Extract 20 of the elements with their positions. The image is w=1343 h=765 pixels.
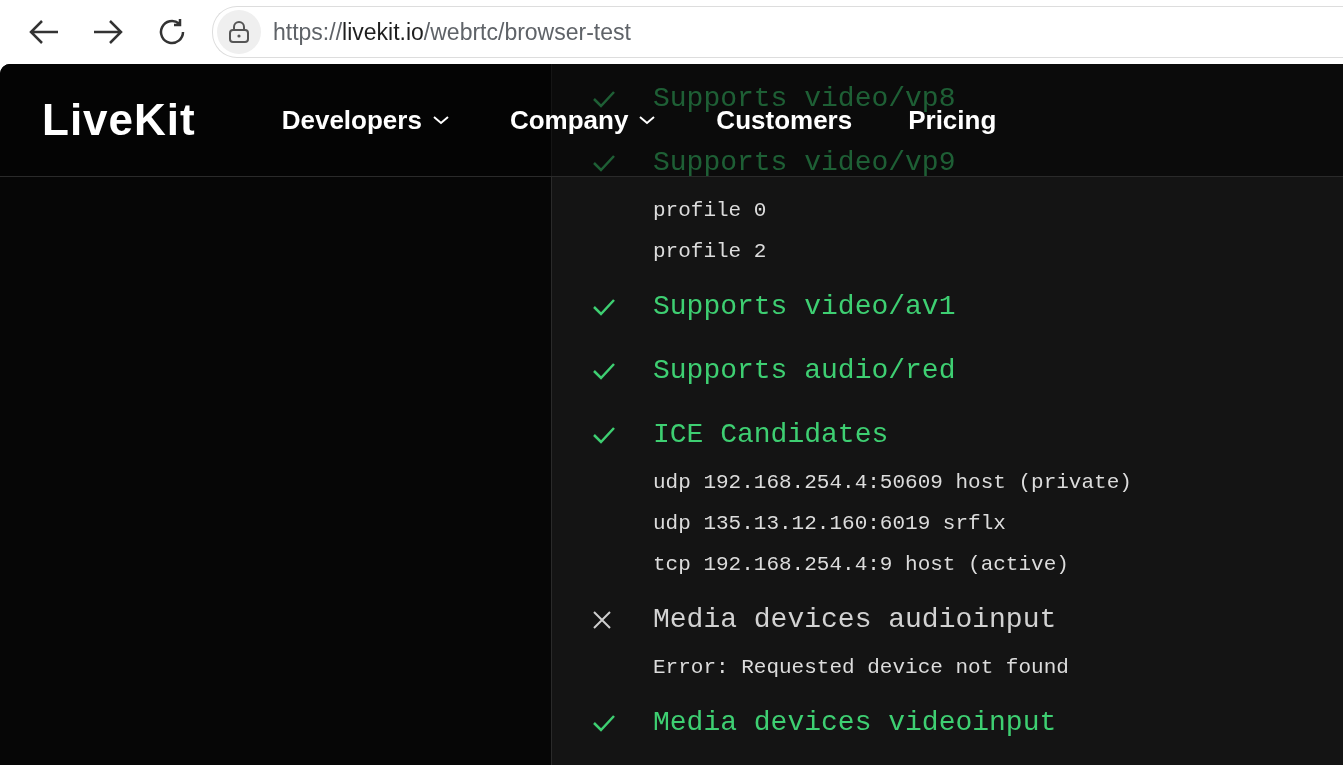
check-label: Supports audio/red: [653, 356, 956, 386]
check-detail: Error: Requested device not found: [653, 655, 1070, 681]
nav-link[interactable]: Developers: [281, 104, 450, 136]
check-detail: tcp 192.168.254.4:9 host (active): [653, 552, 1070, 578]
url-text: https://livekit.io/webrtc/browser-test: [273, 18, 631, 46]
address-bar[interactable]: https://livekit.io/webrtc/browser-test: [212, 6, 1343, 58]
logo[interactable]: LiveKit: [42, 95, 196, 145]
forward-icon[interactable]: [92, 18, 124, 46]
check-detail: profile 0: [653, 198, 768, 224]
back-icon[interactable]: [28, 18, 60, 46]
check-label: ICE Candidates: [653, 420, 889, 450]
check-detail: udp 192.168.254.4:50609 host (private): [653, 470, 1133, 496]
check-label: Media devices audioinput: [653, 605, 1057, 635]
nav-link[interactable]: Company: [509, 104, 657, 136]
check-detail: udp 135.13.12.160:6019 srflx: [653, 511, 1007, 537]
check-label: Supports video/vp9: [653, 148, 956, 178]
lock-icon: [228, 20, 250, 44]
check-label: Supports video/av1: [653, 292, 956, 322]
check-label: Media devices videoinput: [653, 708, 1057, 738]
check-detail: profile 2: [653, 239, 768, 265]
